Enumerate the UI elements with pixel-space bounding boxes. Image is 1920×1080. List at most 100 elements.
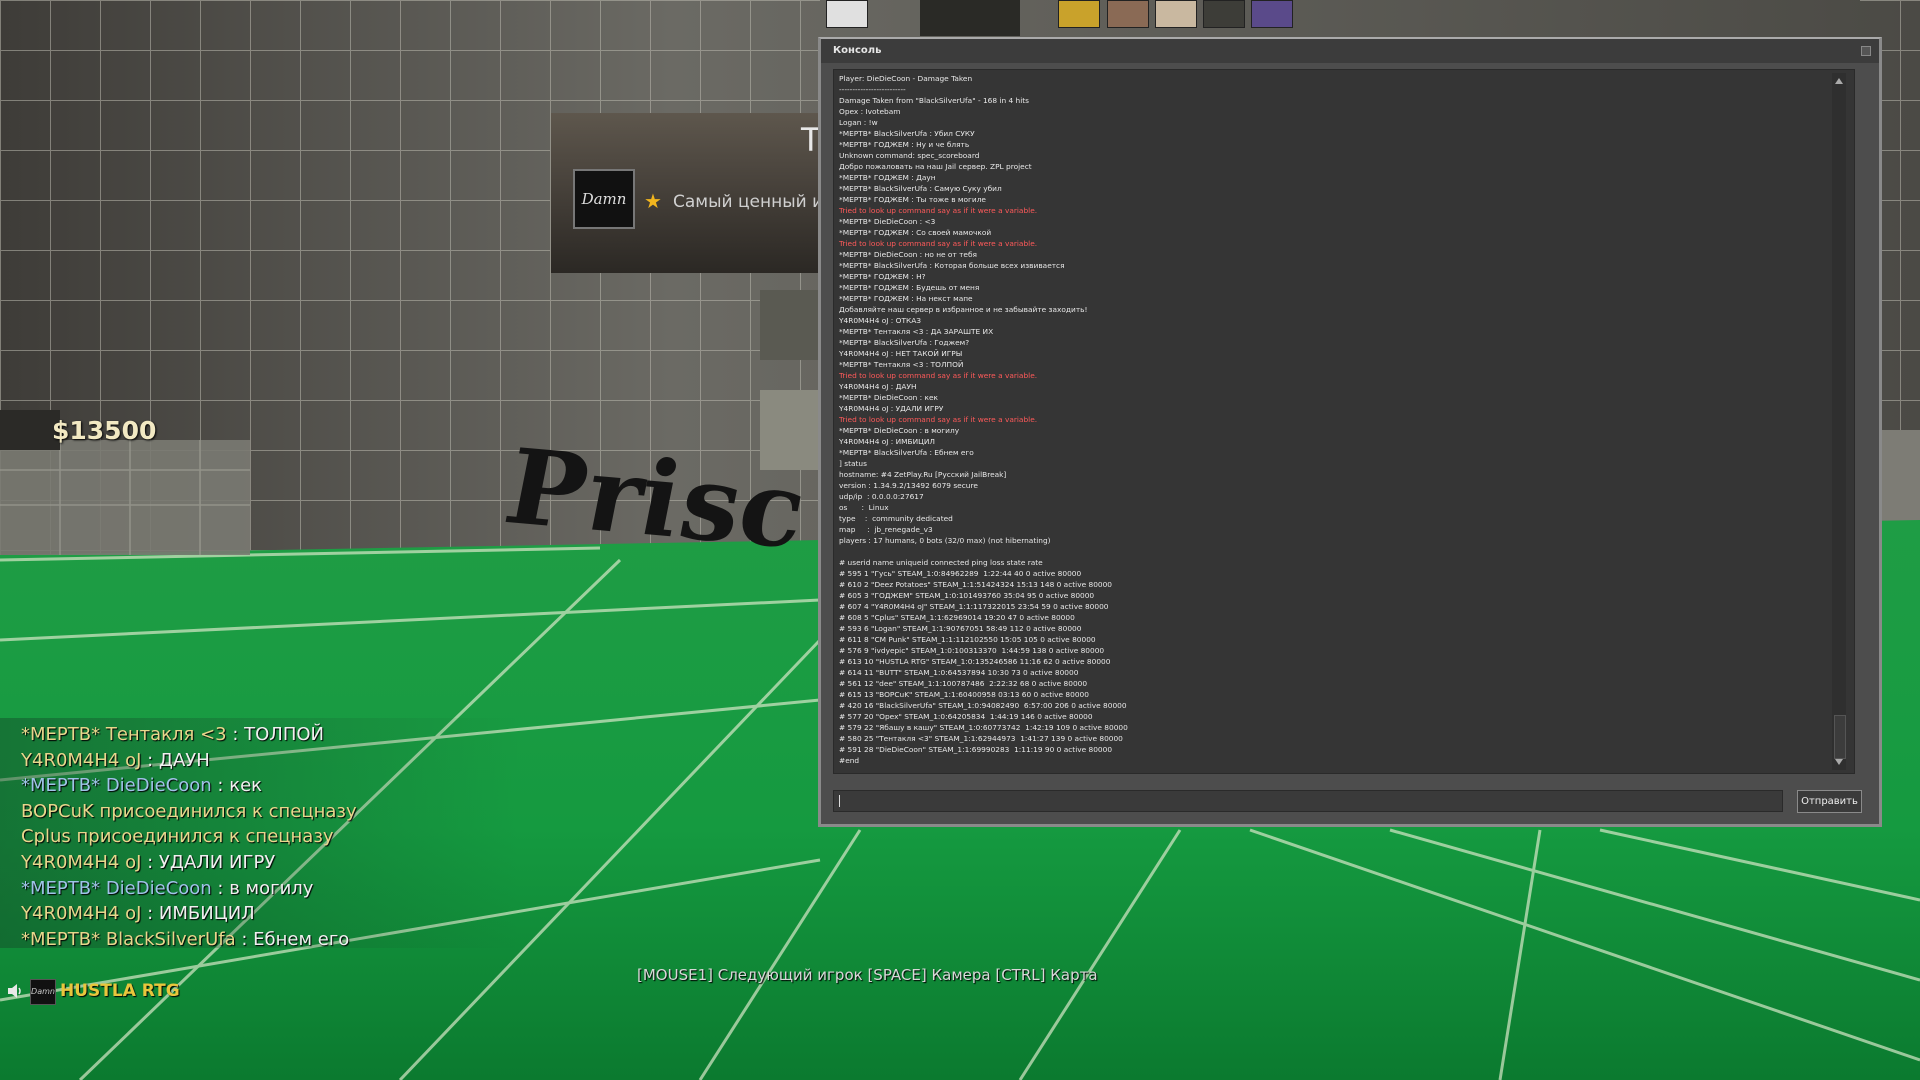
send-button[interactable]: Отправить bbox=[1797, 790, 1862, 813]
console-line: *МЕРТВ* BlackSilverUfa : Годжем? bbox=[839, 338, 970, 347]
chat-message: BOPCuK присоединился к спецназу bbox=[21, 800, 357, 822]
chat-line: Y4R0M4H4 oJ : ДАУН bbox=[21, 750, 210, 771]
console-line: # 615 13 "BOPCuK" STEAM_1:1:60400958 03:… bbox=[839, 690, 1089, 699]
chat-line: Y4R0M4H4 oJ : ИМБИЦИЛ bbox=[21, 903, 255, 924]
console-line: *МЕРТВ* ГОДЖЕМ : Даун bbox=[839, 173, 936, 182]
voice-avatar: Damn bbox=[30, 979, 56, 1005]
console-line: # 576 9 "ivdyepic" STEAM_1:0:100313370 1… bbox=[839, 646, 1105, 655]
chat-player-name: *МЕРТВ* Тентакля <3 bbox=[21, 724, 227, 745]
console-line: Player: DieDieCoon - Damage Taken bbox=[839, 74, 973, 83]
chat-player-name: Y4R0M4H4 oJ bbox=[21, 749, 142, 771]
console-line: Logan : !w bbox=[839, 118, 878, 127]
console-scrollbar[interactable] bbox=[1832, 73, 1846, 770]
console-line: map : jb_renegade_v3 bbox=[839, 525, 933, 534]
scroll-up-arrow-icon[interactable] bbox=[1835, 78, 1843, 84]
scroll-thumb[interactable] bbox=[1834, 715, 1846, 759]
console-line: *МЕРТВ* DieDieCoon : кек bbox=[839, 393, 938, 402]
player-avatar bbox=[826, 0, 868, 28]
chat-message: : кек bbox=[211, 775, 263, 797]
console-line: *МЕРТВ* DieDieCoon : <3 bbox=[839, 217, 936, 226]
chat-line: *МЕРТВ* DieDieCoon : в могилу bbox=[21, 878, 313, 899]
console-error-line: Tried to look up command say as if it we… bbox=[839, 239, 1038, 248]
player-avatar bbox=[1107, 0, 1149, 28]
console-line: *МЕРТВ* DieDieCoon : в могилу bbox=[839, 426, 960, 435]
mvp-panel: T Damn ★ Самый ценный иг bbox=[551, 113, 832, 273]
console-line: # 611 8 "CM Punk" STEAM_1:1:112102550 15… bbox=[839, 635, 1096, 644]
chat-line: *МЕРТВ* BlackSilverUfa : Ебнем его bbox=[21, 929, 349, 950]
console-line: Y4R0M4H4 oJ : УДАЛИ ИГРУ bbox=[839, 404, 944, 413]
console-line: ] status bbox=[839, 459, 867, 468]
console-line: # 614 11 "BUTT" STEAM_1:0:64537894 10:30… bbox=[839, 668, 1079, 677]
console-line: # 608 5 "Cplus" STEAM_1:1:62969014 19:20… bbox=[839, 613, 1075, 622]
console-line: # 420 16 "BlackSilverUfa" STEAM_1:0:9408… bbox=[839, 701, 1127, 710]
speaker-icon bbox=[8, 984, 21, 998]
console-title: Консоль bbox=[833, 45, 882, 56]
chat-player-name: Y4R0M4H4 oJ bbox=[21, 852, 142, 873]
console-line: Добавляйте наш сервер в избранное и не з… bbox=[839, 305, 1088, 314]
chat-player-name: *МЕРТВ* BlackSilverUfa bbox=[21, 928, 236, 950]
console-line: #end bbox=[839, 756, 860, 765]
console-line: udp/ip : 0.0.0.0:27617 bbox=[839, 492, 924, 501]
voice-speaker-name: HUSTLA RTG bbox=[60, 981, 180, 1001]
console-line: type : community dedicated bbox=[839, 514, 953, 523]
console-line: *МЕРТВ* BlackSilverUfa : Которая больше … bbox=[839, 261, 1065, 270]
chat-message: : в могилу bbox=[211, 877, 314, 899]
console-line: Damage Taken from "BlackSilverUfa" - 168… bbox=[839, 96, 1030, 105]
console-line: Y4R0M4H4 oJ : НЕТ ТАКОЙ ИГРЫ bbox=[839, 349, 963, 358]
console-titlebar[interactable]: Консоль bbox=[821, 39, 1879, 63]
chat-message: : Ебнем его bbox=[235, 928, 350, 950]
console-output[interactable]: Player: DieDieCoon - Damage Taken -------… bbox=[833, 69, 1855, 774]
console-line: # 579 22 "Ябашу в кашу" STEAM_1:0:607737… bbox=[839, 723, 1128, 732]
console-line: # 593 6 "Logan" STEAM_1:1:90767051 58:49… bbox=[839, 624, 1082, 633]
star-icon: ★ bbox=[644, 189, 662, 213]
console-line: *МЕРТВ* BlackSilverUfa : Убил СУКУ bbox=[839, 129, 975, 138]
console-line: # 577 20 "Opex" STEAM_1:0:64205834 1:44:… bbox=[839, 712, 1093, 721]
chat-player-name: Y4R0M4H4 oJ bbox=[21, 903, 142, 925]
chat-message: Cplus присоединился к спецназу bbox=[21, 826, 334, 848]
console-line: Y4R0M4H4 oJ : ИМБИЦИЛ bbox=[839, 437, 935, 446]
spectator-hint: [MOUSE1] Следующий игрок [SPACE] Камера … bbox=[637, 966, 1098, 984]
wall-graffiti-text: Prisc bbox=[508, 424, 803, 573]
console-line: players : 17 humans, 0 bots (32/0 max) (… bbox=[839, 536, 1051, 545]
chat-player-name: *МЕРТВ* DieDieCoon bbox=[21, 877, 212, 899]
console-line: ------------------------- bbox=[839, 85, 906, 94]
money-counter: $13500 bbox=[52, 416, 157, 445]
console-line: *МЕРТВ* ГОДЖЕМ : На некст мапе bbox=[839, 294, 973, 303]
chat-line: Y4R0M4H4 oJ : УДАЛИ ИГРУ bbox=[21, 852, 275, 873]
console-line: # 605 3 "ГОДЖЕМ" STEAM_1:0:101493760 35:… bbox=[839, 591, 1095, 600]
console-line: *МЕРТВ* ГОДЖЕМ : Ты тоже в могиле bbox=[839, 195, 986, 204]
console-line: Unknown command: spec_scoreboard bbox=[839, 151, 980, 160]
console-line: # userid name uniqueid connected ping lo… bbox=[839, 558, 1043, 567]
console-window[interactable]: Консоль Player: DieDieCoon - Damage Take… bbox=[818, 37, 1882, 827]
console-error-line: Tried to look up command say as if it we… bbox=[839, 371, 1038, 380]
console-line: os : Linux bbox=[839, 503, 889, 512]
scroll-down-arrow-icon[interactable] bbox=[1835, 759, 1843, 765]
console-line: *МЕРТВ* Тентакля <3 : ДА ЗАРАШТЕ ИХ bbox=[839, 327, 994, 336]
text-caret bbox=[839, 795, 840, 807]
chat-line: BOPCuK присоединился к спецназу bbox=[21, 801, 357, 822]
console-line: # 580 25 "Тентакля <3" STEAM_1:1:6294497… bbox=[839, 734, 1123, 743]
console-line: Opex : Ivotebam bbox=[839, 107, 901, 116]
console-line: # 591 28 "DieDieCoon" STEAM_1:1:69990283… bbox=[839, 745, 1113, 754]
player-avatar bbox=[1203, 0, 1245, 28]
chat-message: : ИМБИЦИЛ bbox=[141, 903, 255, 925]
console-line: hostname: #4 ZetPlay.Ru [Русский JailBre… bbox=[839, 470, 1007, 479]
console-line: *МЕРТВ* Тентакля <3 : ТОЛПОЙ bbox=[839, 360, 964, 369]
console-line: # 607 4 "Y4R0M4H4 oJ" STEAM_1:1:11732201… bbox=[839, 602, 1109, 611]
console-line: # 561 12 "dee" STEAM_1:1:100787486 2:22:… bbox=[839, 679, 1088, 688]
console-error-line: Tried to look up command say as if it we… bbox=[839, 415, 1038, 424]
console-command-input[interactable] bbox=[833, 790, 1783, 812]
console-line: *МЕРТВ* ГОДЖЕМ : Н? bbox=[839, 272, 926, 281]
player-avatar bbox=[1058, 0, 1100, 28]
console-line: *МЕРТВ* ГОДЖЕМ : Со своей мамочкой bbox=[839, 228, 992, 237]
player-avatar bbox=[1251, 0, 1293, 28]
console-line: Y4R0M4H4 oJ : ОТКАЗ bbox=[839, 316, 922, 325]
game-scene: Prisc T Damn ★ Самый ценный иг $13500 *М… bbox=[0, 0, 1920, 1080]
console-line: Добро пожаловать на наш Jail сервер. ZPL… bbox=[839, 162, 1032, 171]
console-line: # 610 2 "Deez Potatoes" STEAM_1:1:514243… bbox=[839, 580, 1113, 589]
close-icon[interactable] bbox=[1861, 46, 1871, 56]
chat-panel: *МЕРТВ* Тентакля <3 : ТОЛПОЙ Y4R0M4H4 oJ … bbox=[0, 718, 520, 950]
chat-line: *МЕРТВ* DieDieCoon : кек bbox=[21, 775, 262, 796]
chat-message: : ДАУН bbox=[141, 749, 210, 771]
console-line: *МЕРТВ* BlackSilverUfa : Ебнем его bbox=[839, 448, 974, 457]
